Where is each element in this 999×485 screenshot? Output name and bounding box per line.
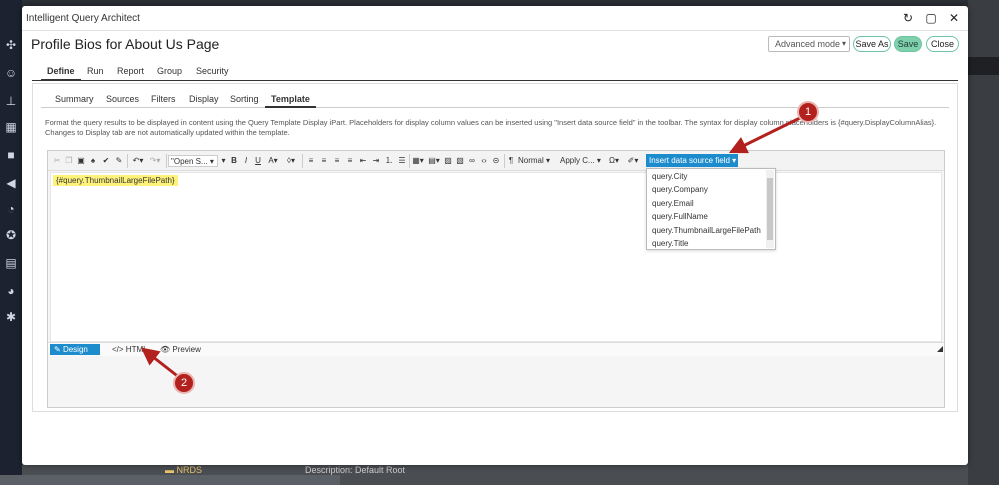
megaphone-icon: ◀ [6,176,16,190]
star-icon: ✪ [5,228,17,242]
save-button[interactable]: Save [894,36,922,52]
status-url-bar [0,475,340,485]
copy-icon[interactable]: ❐ [64,155,74,167]
align-right-icon[interactable]: ≡ [332,155,342,167]
paragraph-icon[interactable]: ¶ [506,155,516,167]
annotation-badge-1: 1 [797,101,819,123]
design-mode-button[interactable]: ✎ Design [50,344,100,355]
spellcheck-icon[interactable]: ✔ [100,155,112,167]
dropdown-item[interactable]: query.FullName [652,212,708,221]
insert-element-icon[interactable]: ▤▾ [427,155,441,167]
undo-icon[interactable]: ↶▾ [130,155,146,167]
tab-display[interactable]: Display [189,94,219,104]
chevron-down-icon: ▾ [841,39,846,48]
close-button[interactable]: Close [926,36,959,52]
bold-icon[interactable]: B [229,155,239,167]
paragraph-style-select[interactable]: Normal ▾ [518,155,558,167]
background-status-area: ▬ NRDS Description: Default Root [0,465,968,485]
network-icon: ✣ [5,38,17,52]
align-center-icon[interactable]: ≡ [319,155,329,167]
find-icon[interactable]: ♠ [88,155,98,167]
calendar-icon: ▦ [5,120,17,134]
css-class-select[interactable]: Apply C... ▾ [560,155,604,167]
cut-icon[interactable]: ✂ [52,155,62,167]
preview-mode-button[interactable]: 👁 Preview [156,344,205,355]
outdent-icon[interactable]: ⇤ [358,155,368,167]
tab-run[interactable]: Run [87,66,104,76]
format-painter-icon[interactable]: ✎ [114,155,124,167]
store-icon: ▤ [5,256,17,270]
format-stripper-icon[interactable]: ✐▾ [624,155,642,167]
font-color-icon[interactable]: A▾ [265,155,281,167]
app-title: Intelligent Query Architect [26,13,140,24]
numbered-list-icon[interactable]: ⒈ [384,155,394,167]
define-panel: Summary Sources Filters Display Sorting … [32,83,958,412]
settings-icon: ✱ [5,310,17,324]
html-mode-button[interactable]: </> HTML [108,344,152,355]
dropdown-item[interactable]: query.Title [652,239,688,248]
users-icon: ☺ [4,66,18,80]
media-icon[interactable]: ▧ [455,155,465,167]
refresh-icon[interactable]: ↻ [901,11,915,25]
dropdown-scrollbar[interactable] [766,170,774,248]
redo-icon[interactable]: ↷▾ [147,155,163,167]
tab-security[interactable]: Security [196,66,229,76]
tab-report[interactable]: Report [117,66,144,76]
image-icon[interactable]: ▨ [443,155,453,167]
align-left-icon[interactable]: ≡ [306,155,316,167]
mode-select[interactable]: Advanced mode ▾ [768,36,850,52]
tab-filters[interactable]: Filters [151,94,176,104]
background-right-panel [968,0,999,485]
close-icon[interactable]: ✕ [947,11,961,25]
dialog-titlebar: Intelligent Query Architect ↻ ▢ ✕ [22,6,968,31]
paste-icon[interactable]: ▣ [76,155,86,167]
editor-content-area[interactable]: {#query.ThumbnailLargeFilePath} [50,172,942,342]
dropdown-item[interactable]: query.Email [652,199,694,208]
data-source-field-dropdown: query.City query.Company query.Email que… [646,168,776,250]
background-sidebar: ✣ ☺ ⊥ ▦ ■ ◀ ◔ ✪ ▤ ◕ ✱ [0,0,22,485]
editor-mode-bar: ✎ Design </> HTML 👁 Preview [48,342,944,356]
maximize-icon[interactable]: ▢ [924,11,938,25]
dropdown-item[interactable]: query.Company [652,185,708,194]
template-editor: ✂ ❐ ▣ ♠ ✔ ✎ ↶▾ ↷▾ "Open S... ▾ ▾ B I U A… [47,150,945,408]
annotation-badge-2: 2 [173,372,195,394]
query-architect-dialog: Intelligent Query Architect ↻ ▢ ✕ Profil… [22,6,968,465]
save-as-button[interactable]: Save As [853,36,891,52]
resize-handle[interactable] [937,346,943,352]
briefcase-icon: ■ [7,148,15,162]
tab-template[interactable]: Template [265,94,316,108]
underline-icon[interactable]: U [253,155,263,167]
thermometer-icon: ⊥ [5,94,17,108]
gauge-icon: ◔ [7,202,15,216]
highlight-color-icon[interactable]: ◊▾ [283,155,299,167]
tab-define[interactable]: Define [41,66,80,81]
tab-sorting[interactable]: Sorting [230,94,259,104]
pie-chart-icon: ◕ [7,284,15,298]
dropdown-item[interactable]: query.ThumbnailLargeFilePath [652,226,761,235]
query-placeholder: {#query.ThumbnailLargeFilePath} [53,175,178,186]
italic-icon[interactable]: I [241,155,251,167]
table-icon[interactable]: ▦▾ [411,155,425,167]
folder-label: ▬ NRDS [165,465,203,475]
insert-data-source-field-button[interactable]: Insert data source field ▾ [646,154,738,167]
font-name-select[interactable]: "Open S... ▾ [168,155,218,167]
tab-sources[interactable]: Sources [106,94,139,104]
main-tabs: Define Run Report Group Security [32,61,958,81]
link-icon[interactable]: ∞ [467,155,477,167]
editor-toolbar: ✂ ❐ ▣ ♠ ✔ ✎ ↶▾ ↷▾ "Open S... ▾ ▾ B I U A… [48,151,944,171]
tab-group[interactable]: Group [157,66,182,76]
symbol-icon[interactable]: Ω▾ [606,155,622,167]
description-label: Description: Default Root [305,465,406,475]
justify-icon[interactable]: ≡ [345,155,355,167]
code-icon[interactable]: ‹› [479,155,489,167]
unlink-icon[interactable]: ⊝ [491,155,501,167]
tab-summary[interactable]: Summary [55,94,94,104]
font-size-select[interactable]: ▾ [219,155,228,167]
dropdown-item[interactable]: query.City [652,172,687,181]
indent-icon[interactable]: ⇥ [371,155,381,167]
bullet-list-icon[interactable]: ☰ [397,155,407,167]
page-title: Profile Bios for About Us Page [31,36,220,52]
